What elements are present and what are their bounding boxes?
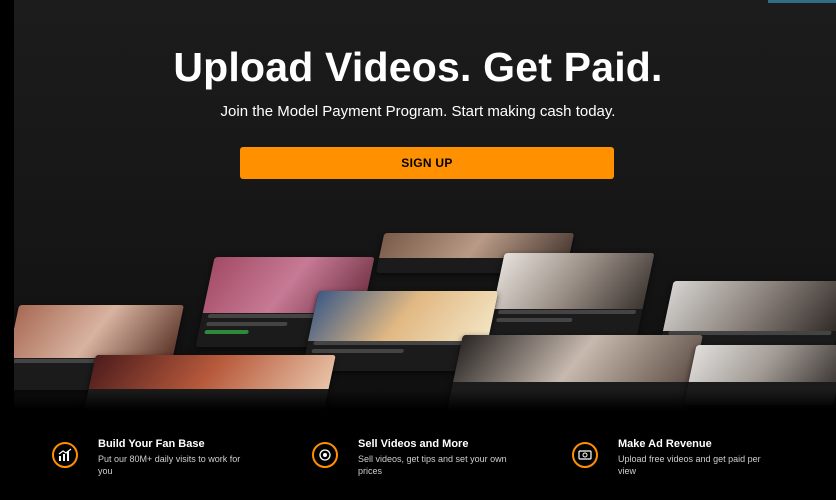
hero-section: Upload Videos. Get Paid. Join the Model … [0, 0, 836, 410]
feature-item: Sell Videos and More Sell videos, get ti… [312, 438, 512, 488]
camera-icon [312, 442, 338, 468]
corner-accent [768, 0, 836, 3]
collage-fade [0, 390, 836, 410]
feature-description: Sell videos, get tips and set your own p… [358, 454, 507, 476]
feature-item: Make Ad Revenue Upload free videos and g… [572, 438, 772, 488]
feature-title: Build Your Fan Base [98, 438, 205, 450]
left-border [0, 0, 14, 500]
cash-icon [572, 442, 598, 468]
video-tile [485, 253, 655, 343]
page: Upload Videos. Get Paid. Join the Model … [0, 0, 836, 500]
hero-subtitle: Join the Model Payment Program. Start ma… [220, 103, 616, 120]
feature-title: Sell Videos and More [358, 438, 469, 450]
feature-item: Build Your Fan Base Put our 80M+ daily v… [52, 438, 252, 488]
hero-title: Upload Videos. Get Paid. [173, 44, 663, 90]
feature-description: Upload free videos and get paid per view [618, 454, 761, 476]
feature-description: Put our 80M+ daily visits to work for yo… [98, 454, 241, 476]
video-collage [0, 195, 836, 410]
feature-title: Make Ad Revenue [618, 438, 712, 450]
growth-chart-icon [52, 442, 78, 468]
features-section: Build Your Fan Base Put our 80M+ daily v… [14, 410, 836, 500]
sign-up-button[interactable]: SIGN UP [240, 147, 614, 179]
